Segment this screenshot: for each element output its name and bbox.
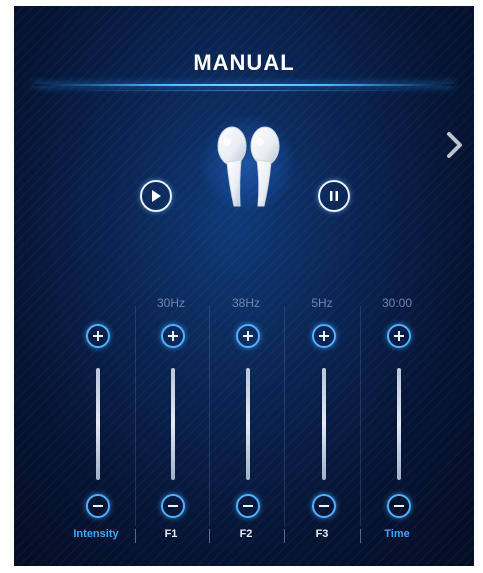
channel-f2: 38Hz F2: [216, 288, 276, 558]
intensity-slider[interactable]: [96, 368, 100, 480]
label-divider: [284, 529, 285, 543]
channel-f1: 30Hz F1: [141, 288, 201, 558]
minus-icon: [319, 505, 329, 507]
channel-label: Time: [384, 528, 410, 540]
intensity-decrease-button[interactable]: [86, 494, 110, 518]
manual-screen: MANUAL Intensity 30Hz F1 38Hz F2 5Hz F3 …: [14, 6, 474, 566]
next-page-button[interactable]: [442, 128, 468, 162]
label-divider: [135, 529, 136, 543]
f2-increase-button[interactable]: [236, 324, 260, 348]
channel-label: F1: [164, 528, 178, 540]
channel-label: F3: [315, 528, 329, 540]
earbuds-icon: [217, 126, 280, 207]
play-icon: [152, 190, 161, 202]
time-increase-button[interactable]: [387, 324, 411, 348]
channel-time: 30:00 Time: [367, 288, 427, 558]
channel-value: 5Hz: [311, 296, 333, 310]
channel-value: 30:00: [381, 296, 413, 310]
plus-icon: [398, 331, 400, 341]
channel-label: Intensity: [73, 528, 119, 540]
column-divider: [360, 306, 361, 526]
plus-icon: [97, 331, 99, 341]
f3-decrease-button[interactable]: [312, 494, 336, 518]
f2-decrease-button[interactable]: [236, 494, 260, 518]
pause-button[interactable]: [318, 180, 350, 212]
minus-icon: [243, 505, 253, 507]
column-divider: [209, 306, 210, 526]
f2-slider[interactable]: [246, 368, 250, 480]
time-decrease-button[interactable]: [387, 494, 411, 518]
intensity-increase-button[interactable]: [86, 324, 110, 348]
label-divider: [360, 529, 361, 543]
column-divider: [284, 306, 285, 526]
plus-icon: [323, 331, 325, 341]
channel-label: F2: [239, 528, 253, 540]
title-divider-glow: [74, 90, 414, 91]
f1-slider[interactable]: [171, 368, 175, 480]
plus-icon: [247, 331, 249, 341]
time-slider[interactable]: [397, 368, 401, 480]
minus-icon: [168, 505, 178, 507]
channel-intensity: Intensity: [66, 288, 126, 558]
channel-value: 38Hz: [231, 296, 260, 310]
pause-icon: [330, 191, 338, 201]
page-title: MANUAL: [193, 50, 295, 75]
channel-f3: 5Hz F3: [292, 288, 352, 558]
title-divider: [34, 84, 454, 86]
channel-value: 30Hz: [156, 296, 185, 310]
f1-increase-button[interactable]: [161, 324, 185, 348]
minus-icon: [93, 505, 103, 507]
plus-icon: [172, 331, 174, 341]
f3-slider[interactable]: [322, 368, 326, 480]
f1-decrease-button[interactable]: [161, 494, 185, 518]
column-divider: [135, 306, 136, 526]
play-button[interactable]: [140, 180, 172, 212]
chevron-right-icon: [447, 132, 462, 158]
f3-increase-button[interactable]: [312, 324, 336, 348]
minus-icon: [394, 505, 404, 507]
label-divider: [209, 529, 210, 543]
